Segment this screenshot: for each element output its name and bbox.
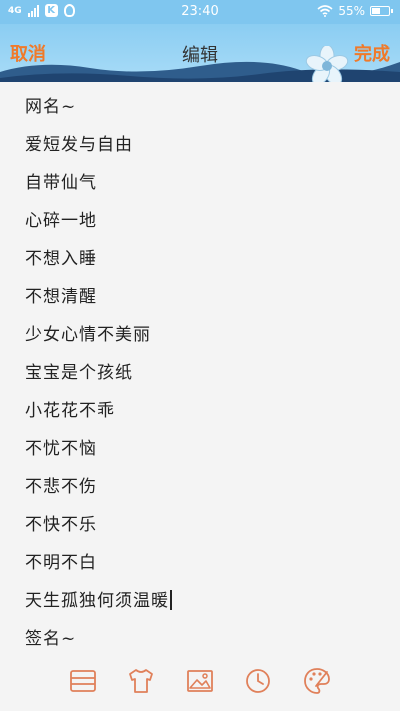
page-title: 编辑 — [182, 45, 218, 66]
image-icon[interactable] — [185, 666, 215, 696]
text-line-text: 天生孤独何须温暖 — [25, 591, 169, 611]
wifi-icon — [317, 5, 333, 17]
text-line: 不悲不伤 — [25, 477, 97, 497]
status-right: 55% — [317, 4, 393, 18]
text-line: 不想入睡 — [25, 249, 97, 269]
text-line: 心碎一地 — [25, 211, 97, 231]
status-bar: 4G K 23:40 55% — [0, 0, 400, 24]
text-line: 爱短发与自由 — [25, 135, 133, 155]
battery-icon — [370, 6, 393, 16]
clock-icon[interactable] — [243, 666, 273, 696]
tshirt-icon[interactable] — [126, 666, 156, 696]
text-editor[interactable]: 网名~ 爱短发与自由 自带仙气 心碎一地 不想入睡 不想清醒 少女心情不美丽 宝… — [0, 82, 400, 652]
text-line: 自带仙气 — [25, 173, 97, 193]
text-line: 不想清醒 — [25, 287, 97, 307]
text-line: 签名~ — [25, 629, 77, 649]
text-line: 不忧不恼 — [25, 439, 97, 459]
text-line: 小花花不乖 — [25, 401, 115, 421]
text-line: 宝宝是个孩纸 — [25, 363, 133, 383]
battery-fill — [372, 8, 380, 14]
list-icon[interactable] — [68, 666, 98, 696]
palette-icon[interactable] — [302, 666, 332, 696]
battery-percent: 55% — [338, 4, 365, 18]
bottom-toolbar — [0, 652, 400, 711]
text-line: 不快不乐 — [25, 515, 97, 535]
done-button[interactable]: 完成 — [354, 40, 390, 66]
text-line: 少女心情不美丽 — [25, 325, 151, 345]
text-line: 网名~ — [25, 97, 77, 117]
text-cursor — [170, 590, 172, 610]
header: 取消 编辑 完成 — [0, 24, 400, 82]
text-line: 不明不白 — [25, 553, 97, 573]
text-line-active: 天生孤独何须温暖 — [25, 586, 172, 611]
